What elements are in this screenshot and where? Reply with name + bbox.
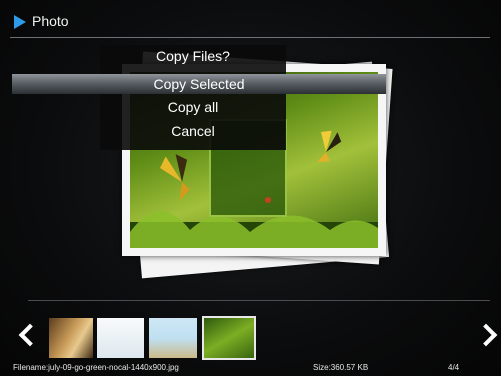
cancel-option[interactable]: Cancel xyxy=(100,121,286,141)
dialog-title: Copy Files? xyxy=(156,48,230,64)
page-title: Photo xyxy=(32,13,69,29)
copy-all-option[interactable]: Copy all xyxy=(100,97,286,117)
white-thumbnail[interactable] xyxy=(97,318,144,358)
header-bar: Photo xyxy=(10,10,500,38)
right-arrow-icon[interactable] xyxy=(474,323,498,347)
green-butterfly-thumbnail[interactable] xyxy=(202,316,256,360)
thumbnail-divider xyxy=(28,300,490,301)
play-icon xyxy=(14,15,26,29)
header-divider xyxy=(10,37,490,38)
left-arrow-icon[interactable] xyxy=(18,323,42,347)
filename-label: Filename:july-09-go-green-nocal-1440x900… xyxy=(13,363,179,372)
butterfly-right xyxy=(317,130,342,163)
photo-viewer-screen: Photo Copy Files? Copy Selected Copy all… xyxy=(0,0,501,376)
photo-counter: 4/4 xyxy=(448,363,460,372)
copy-files-dialog: Copy Files? Copy Selected Copy all Cance… xyxy=(12,45,386,150)
copy-selected-option[interactable]: Copy Selected xyxy=(12,74,386,94)
lion-thumbnail[interactable] xyxy=(49,318,93,358)
beach-thumbnail[interactable] xyxy=(149,318,197,358)
butterfly-left xyxy=(160,154,190,201)
file-size-label: Size:360.57 KB xyxy=(313,363,369,372)
